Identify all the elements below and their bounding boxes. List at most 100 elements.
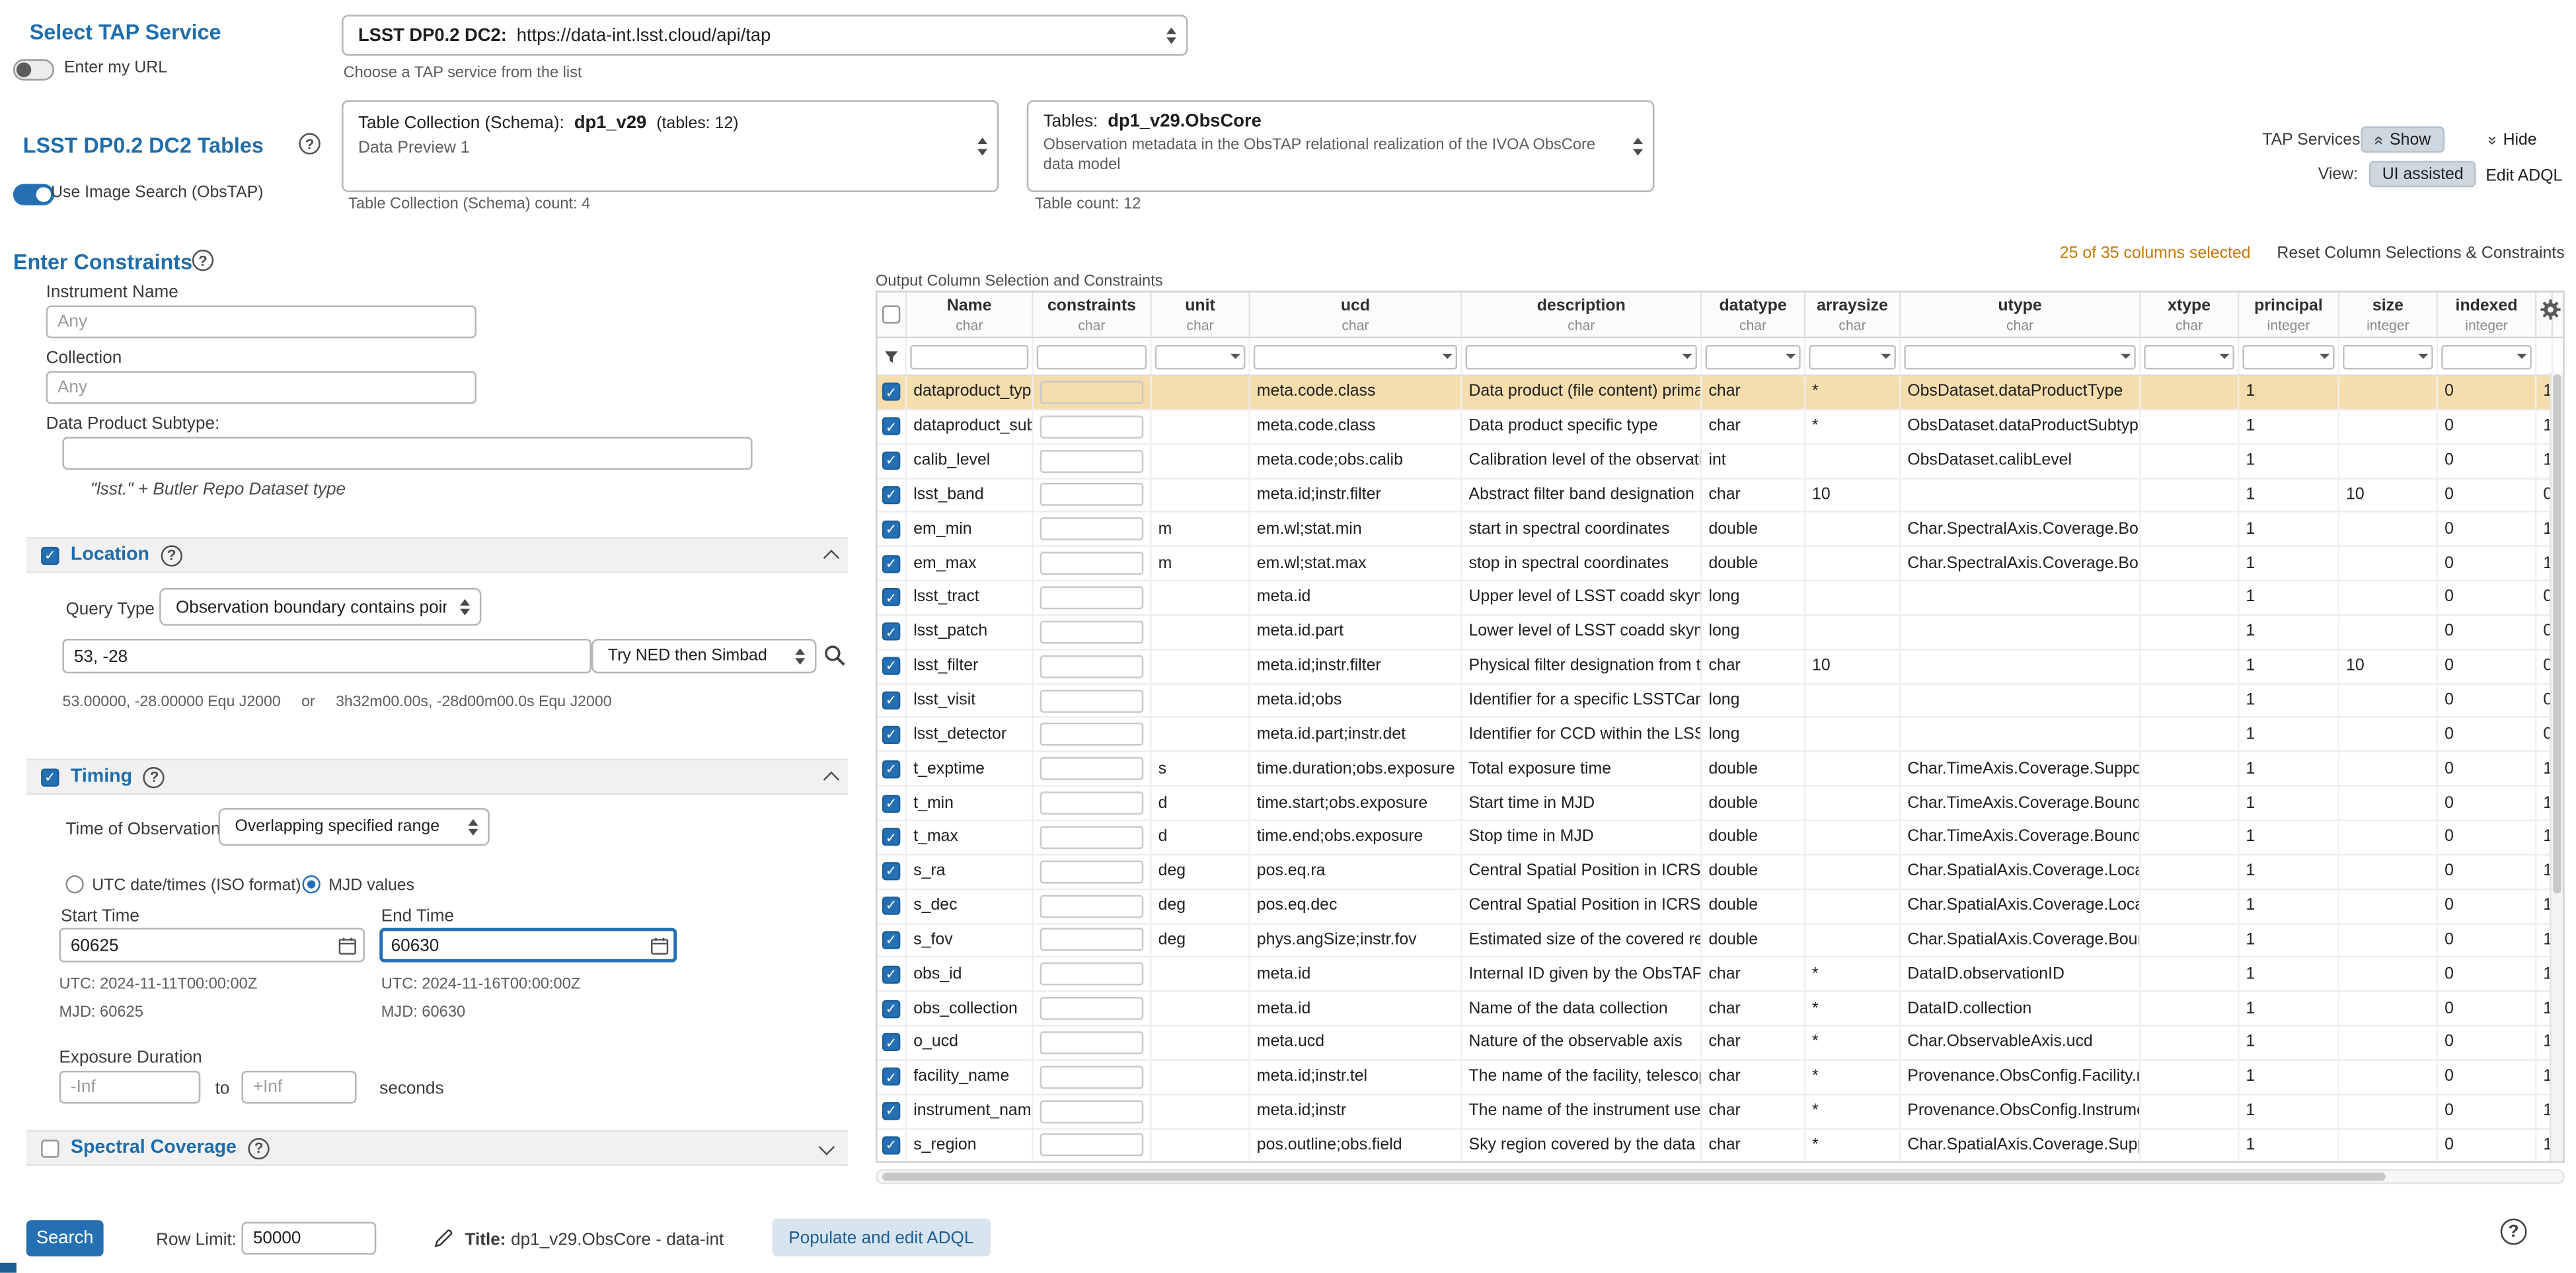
table-row-t_max[interactable]: t_maxdtime.end;obs.exposureStop time in … (878, 821, 2563, 855)
expand-chevron-icon[interactable] (819, 1140, 834, 1155)
tap-services-hide-button[interactable]: Hide (2476, 126, 2548, 153)
constraint-input[interactable] (1040, 655, 1144, 678)
spectral-checkbox[interactable] (41, 1139, 59, 1157)
constraint-input[interactable] (1040, 791, 1144, 815)
constraint-input[interactable] (1040, 963, 1144, 986)
edit-title-pencil-icon[interactable] (434, 1227, 453, 1256)
column-header-unit[interactable]: unitchar (1152, 293, 1250, 337)
timing-section-header[interactable]: Timing (26, 759, 848, 795)
table-row-instrument_name[interactable]: instrument_namemeta.id;instrThe name of … (878, 1095, 2563, 1129)
row-checkbox[interactable] (882, 1068, 900, 1086)
constraint-input[interactable] (1040, 1100, 1144, 1123)
column-header-size[interactable]: sizeinteger (2339, 293, 2438, 337)
row-checkbox[interactable] (882, 863, 900, 881)
table-row-em_max[interactable]: em_maxmem.wl;stat.maxstop in spectral co… (878, 547, 2563, 581)
constraint-input[interactable] (1040, 894, 1144, 918)
row-checkbox[interactable] (882, 1000, 900, 1017)
tables-help-icon[interactable] (299, 133, 320, 154)
schema-select[interactable]: Table Collection (Schema): dp1_v29 (tabl… (342, 100, 999, 192)
row-checkbox[interactable] (882, 692, 900, 709)
select-all-checkbox[interactable] (882, 305, 900, 323)
filter-dropdown-arrow[interactable] (2418, 354, 2428, 359)
filter-input-description[interactable] (1466, 344, 1698, 369)
location-section-header[interactable]: Location (26, 537, 848, 573)
constraint-input[interactable] (1040, 552, 1144, 575)
filter-input-utype[interactable] (1904, 344, 2136, 369)
filter-input-Name[interactable] (910, 344, 1028, 369)
constraint-input[interactable] (1040, 860, 1144, 883)
row-checkbox[interactable] (882, 725, 900, 743)
position-input[interactable] (62, 639, 591, 673)
table-row-lsst_detector[interactable]: lsst_detectormeta.id.part;instr.detIdent… (878, 718, 2563, 752)
query-type-select[interactable]: Observation boundary contains point (159, 588, 481, 626)
time-of-observation-select[interactable]: Overlapping specified range (219, 808, 490, 846)
mjd-radio-label[interactable]: MJD values (328, 877, 414, 895)
row-checkbox[interactable] (882, 486, 900, 504)
timing-checkbox[interactable] (41, 768, 59, 785)
column-header-Name[interactable]: Namechar (907, 293, 1033, 337)
filter-dropdown-arrow[interactable] (2121, 354, 2131, 359)
instrument-name-input[interactable] (46, 305, 476, 338)
row-checkbox[interactable] (882, 828, 900, 846)
end-time-input[interactable] (379, 928, 677, 963)
table-horizontal-scrollbar[interactable] (876, 1169, 2565, 1184)
resolve-search-icon[interactable] (820, 641, 850, 671)
column-header-description[interactable]: descriptionchar (1462, 293, 1702, 337)
filter-input-constraints[interactable] (1037, 344, 1147, 369)
table-row-lsst_patch[interactable]: lsst_patchmeta.id.partLower level of LSS… (878, 616, 2563, 650)
row-checkbox[interactable] (882, 418, 900, 435)
row-checkbox[interactable] (882, 794, 900, 812)
table-row-obs_id[interactable]: obs_idmeta.idInternal ID given by the Ob… (878, 958, 2563, 992)
constraint-input[interactable] (1040, 381, 1144, 404)
constraint-input[interactable] (1040, 758, 1144, 781)
exposure-min-input[interactable] (59, 1071, 200, 1104)
table-row-lsst_visit[interactable]: lsst_visitmeta.id;obsIdentifier for a sp… (878, 684, 2563, 719)
filter-dropdown-arrow[interactable] (1443, 354, 1453, 359)
row-checkbox[interactable] (882, 931, 900, 949)
filter-dropdown-arrow[interactable] (2517, 354, 2527, 359)
constraint-input[interactable] (1040, 586, 1144, 609)
table-row-s_dec[interactable]: s_decdegpos.eq.decCentral Spatial Positi… (878, 890, 2563, 924)
row-checkbox[interactable] (882, 521, 900, 538)
table-row-calib_level[interactable]: calib_levelmeta.code;obs.calibCalibratio… (878, 445, 2563, 479)
tap-service-select[interactable]: LSST DP0.2 DC2: https://data-int.lsst.cl… (342, 15, 1188, 55)
filter-input-ucd[interactable] (1254, 344, 1457, 369)
constraint-input[interactable] (1040, 723, 1144, 746)
table-row-lsst_band[interactable]: lsst_bandmeta.id;instr.filterAbstract fi… (878, 479, 2563, 513)
location-help-icon[interactable] (161, 544, 182, 565)
constraint-input[interactable] (1040, 518, 1144, 541)
column-header-constraints[interactable]: constraintschar (1034, 293, 1152, 337)
scrollbar-thumb[interactable] (882, 1173, 2386, 1181)
location-checkbox[interactable] (41, 546, 59, 564)
constraint-input[interactable] (1040, 826, 1144, 849)
row-checkbox[interactable] (882, 657, 900, 675)
utc-radio[interactable] (65, 875, 83, 893)
table-row-s_fov[interactable]: s_fovdegphys.angSize;instr.fovEstimated … (878, 924, 2563, 958)
constraint-input[interactable] (1040, 997, 1144, 1020)
filter-dropdown-arrow[interactable] (1231, 354, 1240, 359)
constraint-input[interactable] (1040, 1066, 1144, 1089)
constraint-input[interactable] (1040, 620, 1144, 643)
row-checkbox[interactable] (882, 589, 900, 606)
constraint-input[interactable] (1040, 449, 1144, 472)
constraint-input[interactable] (1040, 929, 1144, 952)
row-checkbox[interactable] (882, 1136, 900, 1154)
collapse-chevron-icon[interactable] (822, 550, 837, 565)
table-row-s_ra[interactable]: s_radegpos.eq.raCentral Spatial Position… (878, 855, 2563, 890)
row-checkbox[interactable] (882, 897, 900, 915)
table-row-t_min[interactable]: t_mindtime.start;obs.exposureStart time … (878, 787, 2563, 821)
table-row-em_min[interactable]: em_minmem.wl;stat.minstart in spectral c… (878, 513, 2563, 548)
table-row-facility_name[interactable]: facility_namemeta.id;instr.telThe name o… (878, 1061, 2563, 1095)
help-icon[interactable] (2501, 1219, 2527, 1245)
utc-radio-label[interactable]: UTC date/times (ISO format) (92, 877, 301, 895)
constraint-input[interactable] (1040, 415, 1144, 438)
mjd-radio[interactable] (302, 875, 320, 893)
use-image-search-toggle[interactable] (13, 184, 54, 205)
table-row-obs_collection[interactable]: obs_collectionmeta.idName of the data co… (878, 992, 2563, 1027)
timing-help-icon[interactable] (143, 766, 165, 787)
column-header-datatype[interactable]: datatypechar (1702, 293, 1805, 337)
exposure-max-input[interactable] (241, 1071, 356, 1104)
constraint-input[interactable] (1040, 689, 1144, 712)
enter-my-url-toggle[interactable] (13, 59, 54, 80)
table-row-dataproduct_type[interactable]: dataproduct_typemeta.code.classData prod… (878, 376, 2563, 410)
